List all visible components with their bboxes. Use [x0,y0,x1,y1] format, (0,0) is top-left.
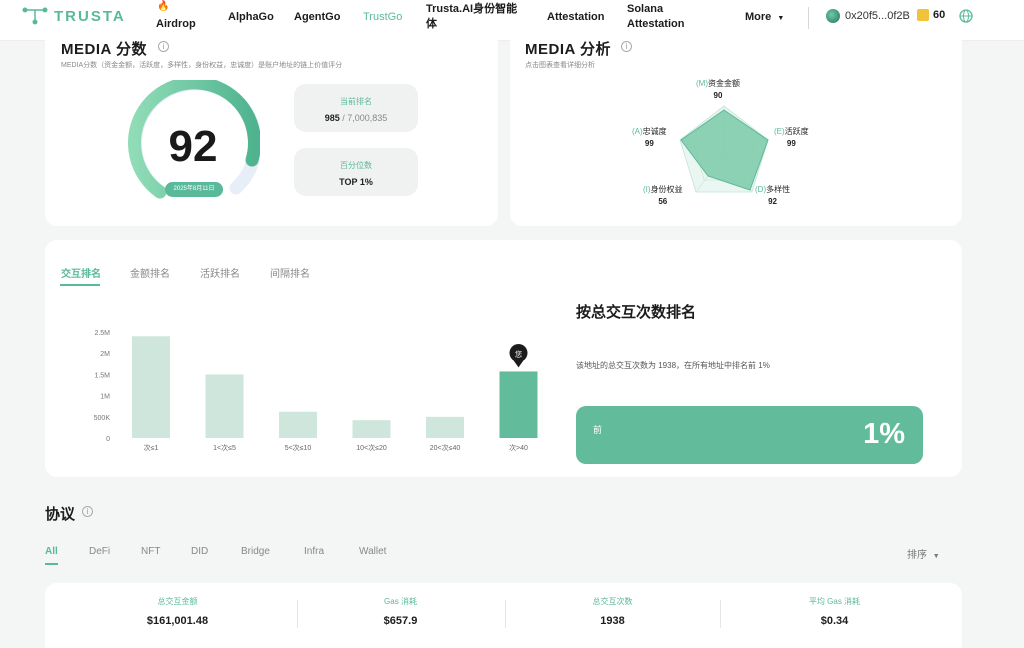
rank-percentile-box: 前 1% [576,406,923,464]
percentile-label: 百分位数 [340,161,372,170]
nav-trustgo[interactable]: TrustGo [363,10,402,25]
ptab-nft[interactable]: NFT [141,546,160,557]
points-badge[interactable]: 60 [917,9,945,21]
nav-more[interactable]: More ▼ [745,10,784,26]
ptab-all[interactable]: All [45,546,58,557]
score-date-badge: 2025年8月11日 [165,182,223,197]
rank-prefix: 前 [593,425,603,435]
ptab-did[interactable]: DID [191,546,208,557]
ranking-description: 该地址的总交互次数为 1938，在所有地址中排名前 1% [576,361,770,370]
y-tick-label: 1.5M [94,372,110,379]
media-score-title: MEDIA 分数 [61,41,147,58]
bar [426,416,464,438]
x-tick-label: 次≤1 [144,443,159,452]
nav-divider [808,7,809,29]
info-icon[interactable]: i [82,506,93,517]
summary-divider [505,600,506,628]
x-tick-label: 5<次≤10 [285,443,312,452]
media-score-subtitle: MEDIA分数（资金金额，活跃度，多样性，身份权益，忠诚度）是账户地址的链上价值… [61,62,343,69]
sort-dropdown[interactable]: 排序 ▼ [907,546,940,561]
tab-interaction-rank[interactable]: 交互排名 [61,265,101,280]
summary-total-amount: 总交互金额 $161,001.48 [146,597,209,627]
coin-icon [917,9,929,21]
y-tick-label: 2.5M [94,330,110,337]
ptab-wallet[interactable]: Wallet [359,546,386,557]
bar [132,336,170,438]
y-tick-label: 2M [100,351,110,358]
chevron-down-icon: ▼ [932,553,940,560]
chevron-down-icon: ▼ [777,15,785,22]
y-tick-label: 500K [94,415,111,422]
bar [352,420,391,438]
active-ptab-underline [45,563,58,565]
logo-text: TRUSTA [54,7,126,25]
info-icon[interactable]: i [158,41,169,52]
radar-label-e: (E)活跃度 99 [774,127,809,148]
ptab-bridge[interactable]: Bridge [241,546,270,557]
current-rank-label: 当前排名 [340,97,372,106]
bar [205,374,244,438]
points-value: 60 [933,9,946,21]
x-tick-label: 10<次≤20 [356,443,387,452]
active-tab-underline [60,284,100,286]
tab-amount-rank[interactable]: 金额排名 [130,265,170,280]
current-rank-value: 985 / 7,000,835 [324,113,388,123]
info-icon[interactable]: i [621,41,632,52]
nav-attestation[interactable]: Attestation [547,10,604,25]
tab-activity-rank[interactable]: 活跃排名 [200,265,240,280]
tab-interval-rank[interactable]: 间隔排名 [270,265,310,280]
nav-solana-attestation[interactable]: Solana Attestation [627,2,684,32]
ranking-title: 按总交互次数排名 [576,304,697,321]
radar-label-m: (M)资金金额 90 [696,79,740,100]
percentile-value: TOP 1% [339,177,373,187]
wallet-address: 0x20f5...0f2B [845,10,910,22]
nav-alphago[interactable]: AlphaGo [228,10,274,25]
radar-label-i: (I)身份权益 56 [643,185,683,206]
nav-trusta-ai[interactable]: Trusta.AI身份智能 体 [426,2,517,32]
rank-percent: 1% [863,418,905,450]
globe-icon[interactable] [959,9,973,23]
media-analysis-title: MEDIA 分析 [525,41,611,58]
x-tick-label: 1<次≤5 [213,443,236,452]
media-analysis-subtitle: 点击图表查看详细分析 [525,62,595,69]
summary-divider [720,600,721,628]
media-score-value: 92 [168,122,218,171]
y-tick-label: 1M [100,394,110,401]
x-tick-label: 次>40 [509,443,528,452]
radar-label-a: (A)忠诚度 99 [632,127,667,148]
you-marker-label: 您 [515,349,522,358]
bar [499,371,538,438]
logo-icon [22,7,48,25]
summary-avg-gas: 平均 Gas 消耗 $0.34 [808,597,861,627]
summary-gas: Gas 消耗 $657.9 [383,597,418,627]
x-tick-label: 20<次≤40 [430,443,461,452]
ptab-infra[interactable]: Infra [304,546,324,557]
protocol-title: 协议 [45,506,76,523]
wallet-button[interactable]: 0x20f5...0f2B [826,9,910,23]
current-rank-box: 当前排名 985 / 7,000,835 [294,84,418,132]
percentile-box: 百分位数 TOP 1% [294,148,418,196]
bar [279,411,317,438]
radar-label-d: (D)多样性 92 [755,185,791,206]
y-tick-label: 0 [106,436,110,443]
summary-divider [297,600,298,628]
wallet-avatar-icon [826,9,840,23]
interaction-bar-chart: 0 500K 1M 1.5M 2M 2.5M 次≤1 1<次≤5 5<次≤10 10<次≤20 20… [94,330,538,452]
fire-icon: 🔥 [157,1,170,12]
nav-agentgo[interactable]: AgentGo [294,10,340,25]
trusta-logo[interactable]: TRUSTA [22,7,126,25]
summary-total-count: 总交互次数 1938 [592,597,633,627]
ptab-defi[interactable]: DeFi [89,546,110,557]
